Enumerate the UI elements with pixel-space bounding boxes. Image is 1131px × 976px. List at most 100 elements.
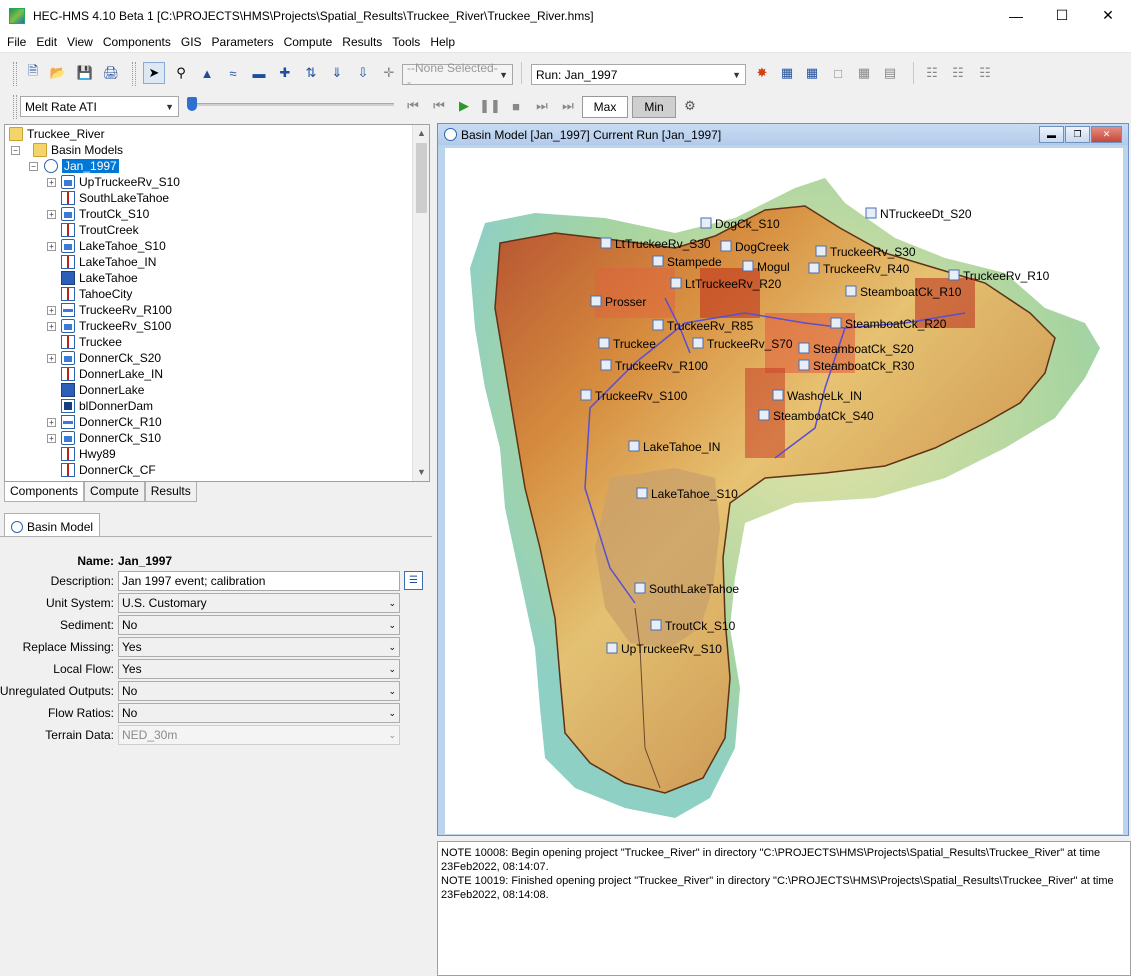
collapse-toggle[interactable]: − xyxy=(11,145,20,155)
tree-element[interactable]: blDonnerDam xyxy=(47,398,153,414)
map-window-titlebar[interactable]: Basin Model [Jan_1997] Current Run [Jan_… xyxy=(438,124,1128,145)
maximize-button[interactable]: ☐ xyxy=(1039,0,1085,31)
map-element-label[interactable]: WashoeLk_IN xyxy=(787,389,862,403)
toolbar-grip[interactable] xyxy=(13,95,17,119)
tree-basin-model[interactable]: − Jan_1997 xyxy=(29,158,119,174)
menu-tools[interactable]: Tools xyxy=(387,35,425,49)
tree-element[interactable]: TahoeCity xyxy=(47,286,132,302)
tree-element[interactable]: + TruckeeRv_S100 xyxy=(47,318,171,334)
map-element-icon[interactable] xyxy=(815,245,827,257)
zoom-icon[interactable]: ⚲ xyxy=(170,62,192,84)
tree-element[interactable]: DonnerLake xyxy=(47,382,144,398)
map-element-icon[interactable] xyxy=(700,217,712,229)
map-element-label[interactable]: TruckeeRv_S100 xyxy=(595,389,688,403)
map-element-label[interactable]: LakeTahoe_S10 xyxy=(651,487,738,501)
property-combo[interactable]: No ⌄ xyxy=(118,703,400,723)
tree-element[interactable]: + DonnerCk_S10 xyxy=(47,430,161,446)
stop-icon[interactable]: ■ xyxy=(506,96,526,116)
tree-element[interactable]: LakeTahoe_IN xyxy=(47,254,156,270)
time-slider-track[interactable] xyxy=(188,103,394,106)
open-folder-icon[interactable]: 📂 xyxy=(47,62,69,84)
map-element-icon[interactable] xyxy=(634,582,646,594)
toolbar-grip[interactable] xyxy=(13,62,17,86)
map-element-label[interactable]: TruckeeRv_R85 xyxy=(667,319,754,333)
basin-map-window[interactable]: Basin Model [Jan_1997] Current Run [Jan_… xyxy=(437,123,1129,836)
menu-view[interactable]: View xyxy=(62,35,98,49)
map-element-icon[interactable] xyxy=(628,440,640,452)
map-element-icon[interactable] xyxy=(670,277,682,289)
tree-basin-models-folder[interactable]: − Basin Models xyxy=(11,142,123,158)
menu-components[interactable]: Components xyxy=(98,35,176,49)
tree-element[interactable]: DonnerCk_CF xyxy=(47,462,156,478)
property-combo[interactable]: Yes ⌄ xyxy=(118,659,400,679)
map-element-icon[interactable] xyxy=(845,285,857,297)
time-series-table-icon[interactable]: ▤ xyxy=(879,62,901,84)
map-element-icon[interactable] xyxy=(580,389,592,401)
expand-toggle[interactable]: + xyxy=(47,417,56,427)
menu-compute[interactable]: Compute xyxy=(279,35,338,49)
map-element-icon[interactable] xyxy=(808,262,820,274)
map-element-icon[interactable] xyxy=(598,337,610,349)
map-element-icon[interactable] xyxy=(830,317,842,329)
junction-create-icon[interactable]: ✚ xyxy=(274,62,296,84)
map-element-icon[interactable] xyxy=(650,619,662,631)
collapse-toggle[interactable]: − xyxy=(29,161,38,171)
map-element-label[interactable]: TruckeeRv_S30 xyxy=(830,245,916,259)
map-element-label[interactable]: TruckeeRv_S70 xyxy=(707,337,793,351)
map-element-icon[interactable] xyxy=(948,269,960,281)
map-element-label[interactable]: Stampede xyxy=(667,255,722,269)
print-icon[interactable]: 🖨 xyxy=(100,62,122,84)
map-element-icon[interactable] xyxy=(606,642,618,654)
map-restore-button[interactable]: ❐ xyxy=(1065,126,1090,143)
map-element-icon[interactable] xyxy=(742,260,754,272)
tree-element[interactable]: + UpTruckeeRv_S10 xyxy=(47,174,180,190)
expand-toggle[interactable]: + xyxy=(47,177,56,187)
map-element-label[interactable]: DogCk_S10 xyxy=(715,217,780,231)
map-element-label[interactable]: TroutCk_S10 xyxy=(665,619,736,633)
menu-file[interactable]: File xyxy=(2,35,31,49)
map-element-label[interactable]: SteamboatCk_R20 xyxy=(845,317,947,331)
source-create-icon[interactable]: ⇓ xyxy=(326,62,348,84)
sink-create-icon[interactable]: ⇩ xyxy=(352,62,374,84)
property-combo[interactable]: U.S. Customary ⌄ xyxy=(118,593,400,613)
globe-grid-icon[interactable]: ☷ xyxy=(947,62,969,84)
compute-run-icon[interactable]: ✸ xyxy=(751,62,773,84)
map-element-icon[interactable] xyxy=(865,207,877,219)
map-element-icon[interactable] xyxy=(652,319,664,331)
summary-table-icon[interactable]: ▦ xyxy=(853,62,875,84)
toolbar-grip[interactable] xyxy=(132,62,136,86)
globe-grid-icon[interactable]: ☷ xyxy=(921,62,943,84)
arrow-select-icon[interactable]: ➤ xyxy=(143,62,165,84)
tree-scrollbar[interactable]: ▲ ▼ xyxy=(412,125,429,481)
map-element-label[interactable]: LakeTahoe_IN xyxy=(643,440,720,454)
tree-element[interactable]: + LakeTahoe_S10 xyxy=(47,238,166,254)
tab-compute[interactable]: Compute xyxy=(84,482,145,502)
expand-toggle[interactable]: + xyxy=(47,433,56,443)
max-button[interactable]: Max xyxy=(582,96,628,118)
element-selector-combo[interactable]: --None Selected-- ▼ xyxy=(402,61,513,89)
watershed-explorer-tree[interactable]: Truckee_River − Basin Models − Jan_1997 … xyxy=(4,124,430,482)
description-editor-button[interactable]: ☰ xyxy=(404,571,423,590)
tree-element[interactable]: DonnerLake_IN xyxy=(47,366,163,382)
map-element-label[interactable]: LtTruckeeRv_R20 xyxy=(685,277,782,291)
tree-element[interactable]: Truckee xyxy=(47,334,122,350)
parameter-selector-combo[interactable]: Melt Rate ATI ▼ xyxy=(20,96,179,117)
step-back-icon[interactable]: ⏮ xyxy=(429,96,449,116)
map-element-icon[interactable] xyxy=(798,359,810,371)
reach-create-icon[interactable]: ≈ xyxy=(222,62,244,84)
property-combo[interactable]: No ⌄ xyxy=(118,681,400,701)
map-element-label[interactable]: TruckeeRv_R40 xyxy=(823,262,910,276)
map-element-icon[interactable] xyxy=(600,359,612,371)
globe-grid-icon[interactable]: ☷ xyxy=(974,62,996,84)
skip-to-start-icon[interactable]: ⏮ xyxy=(403,96,423,116)
tree-element[interactable]: + TroutCk_S10 xyxy=(47,206,149,222)
expand-toggle[interactable]: + xyxy=(47,321,56,331)
map-minimize-button[interactable]: ▬ xyxy=(1039,126,1064,143)
skip-to-end-icon[interactable]: ⏭ xyxy=(558,96,578,116)
tree-element[interactable]: Hwy89 xyxy=(47,446,116,462)
map-element-icon[interactable] xyxy=(720,240,732,252)
step-forward-icon[interactable]: ⏭ xyxy=(532,96,552,116)
crosshair-icon[interactable]: ✛ xyxy=(378,62,400,84)
map-element-label[interactable]: SteamboatCk_R30 xyxy=(813,359,915,373)
min-button[interactable]: Min xyxy=(632,96,676,118)
